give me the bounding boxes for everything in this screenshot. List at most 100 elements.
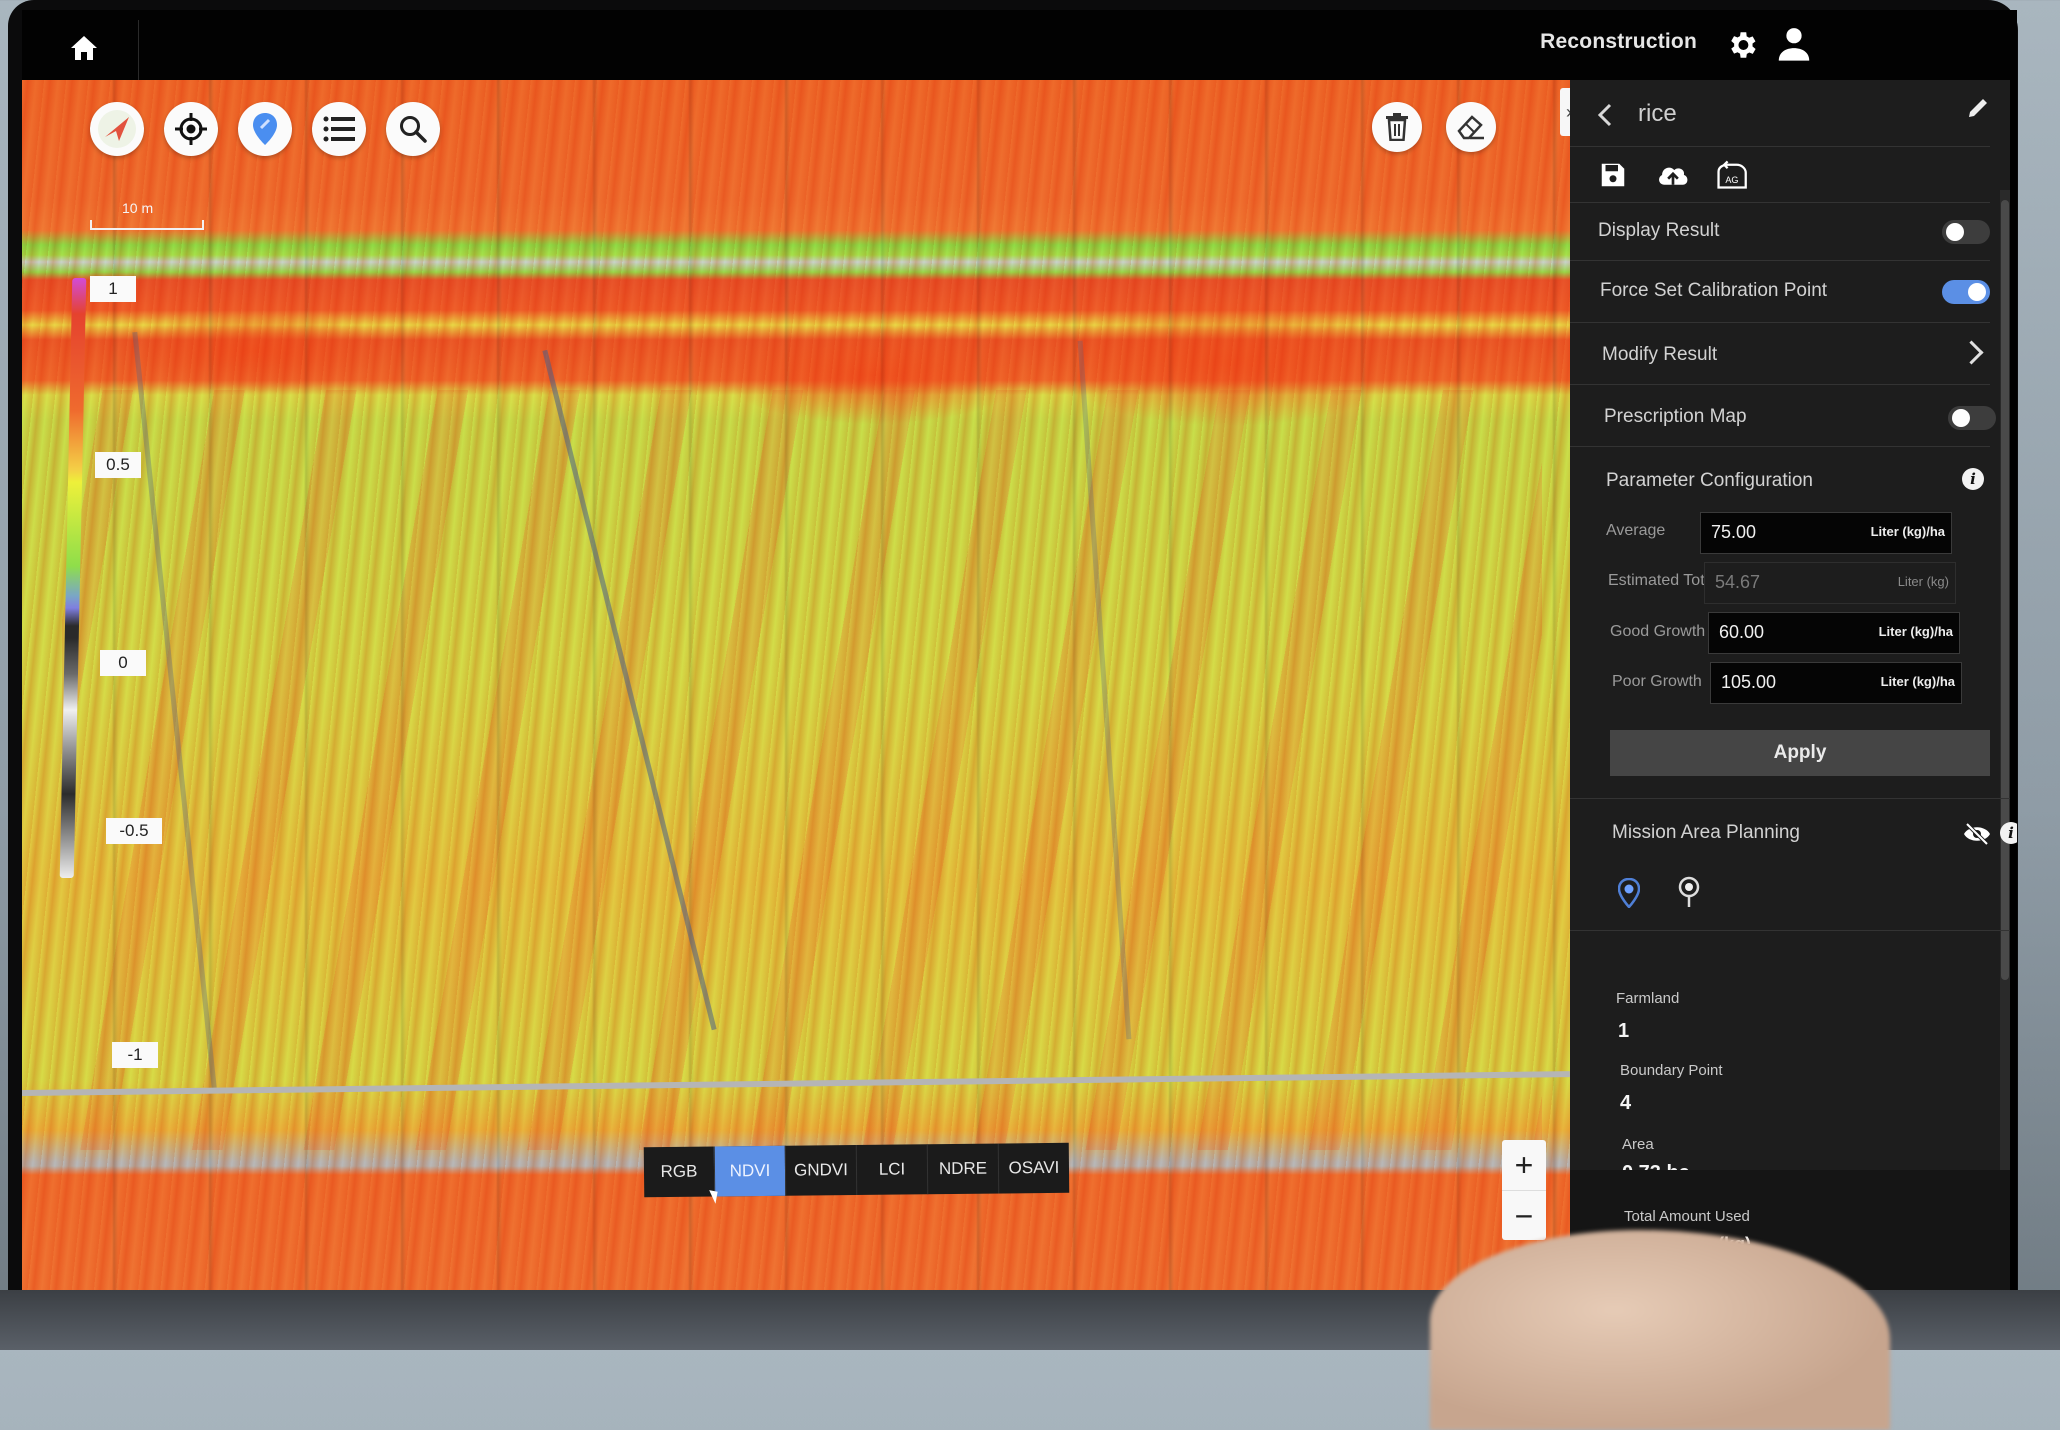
user-icon: [1778, 28, 1810, 61]
compass-icon: [98, 110, 136, 148]
apply-button[interactable]: Apply: [1610, 730, 1990, 776]
pencil-icon[interactable]: [1966, 96, 1990, 120]
eraser-icon: [1457, 115, 1484, 140]
boundary-point-value: 4: [1620, 1092, 1632, 1114]
poor-growth-input[interactable]: 105.00 Liter (kg)/ha: [1710, 662, 1962, 704]
eraser-button[interactable]: [1446, 102, 1496, 152]
save-icon[interactable]: [1598, 160, 1628, 190]
toggle-knob: [1946, 223, 1964, 241]
parameter-config-title: Parameter Configuration: [1606, 470, 1813, 491]
panel-scrollbar-thumb[interactable]: [2001, 200, 2009, 980]
delete-button[interactable]: [1372, 102, 1422, 152]
display-result-row: Display Result: [1570, 202, 1990, 261]
mission-area-title: Mission Area Planning: [1612, 822, 1800, 843]
poor-growth-unit: Liter (kg)/ha: [1880, 674, 1955, 689]
average-value: 75.00: [1711, 522, 1757, 542]
boundary-point-label: Boundary Point: [1620, 1062, 1723, 1079]
average-unit: Liter (kg)/ha: [1870, 524, 1945, 539]
search-icon: [400, 116, 427, 143]
legend-label-zero: 0: [100, 650, 146, 676]
scale-bar: [90, 220, 204, 230]
good-growth-value: 60.00: [1719, 622, 1765, 642]
area-label: Area: [1622, 1136, 1654, 1153]
zoom-out-button[interactable]: −: [1502, 1190, 1546, 1241]
prescription-map-row: Prescription Map: [1570, 384, 1996, 447]
index-tab-rgb[interactable]: RGB: [644, 1146, 715, 1197]
layer-list-button[interactable]: [312, 102, 366, 156]
panel-header: rice: [1570, 80, 1990, 147]
search-button[interactable]: [386, 102, 440, 156]
zoom-control: + −: [1502, 1140, 1546, 1240]
estimated-total-unit: Liter (kg): [1897, 574, 1949, 589]
right-panel: rice AG Display Result Force Set Calibra…: [1570, 80, 2017, 1310]
prescription-map-label: Prescription Map: [1604, 406, 1747, 427]
farmland-label: Farmland: [1616, 990, 1680, 1007]
chevron-left-icon[interactable]: [1596, 102, 1614, 128]
boundary-pin-icon[interactable]: [1618, 878, 1640, 908]
section-divider: [1570, 930, 2010, 931]
settings-button[interactable]: [1725, 28, 1759, 62]
good-growth-input[interactable]: 60.00 Liter (kg)/ha: [1708, 612, 1960, 654]
average-input[interactable]: 75.00 Liter (kg)/ha: [1700, 512, 1952, 554]
good-growth-label: Good Growth: [1610, 623, 1706, 640]
modify-result-label: Modify Result: [1602, 344, 1718, 365]
ai-refresh-icon[interactable]: AG: [1714, 160, 1748, 190]
modify-result-row[interactable]: Modify Result: [1570, 322, 1990, 385]
estimated-total-input: 54.67 Liter (kg): [1704, 562, 1956, 604]
map-pin-button[interactable]: [238, 102, 292, 156]
force-calibration-toggle[interactable]: [1942, 280, 1990, 304]
list-icon: [323, 116, 355, 142]
top-bar: Reconstruction: [22, 10, 2017, 80]
svg-text:AG: AG: [1725, 175, 1738, 185]
compass-button[interactable]: [90, 102, 144, 156]
legend-label-neg-half: -0.5: [106, 818, 162, 844]
trash-icon: [1386, 113, 1408, 141]
estimated-total-value: 54.67: [1715, 572, 1761, 592]
poor-growth-label: Poor Growth: [1612, 673, 1702, 690]
eye-off-icon[interactable]: [1962, 822, 1992, 846]
home-icon: [71, 36, 97, 60]
index-tab-lci[interactable]: LCI: [855, 1144, 928, 1196]
toggle-knob: [1968, 283, 1986, 301]
farmland-value: 1: [1618, 1020, 1630, 1042]
scale-bar-label: 10 m: [122, 200, 154, 216]
map-pin-icon: [253, 113, 277, 145]
panel-actions: AG: [1570, 146, 1990, 203]
ndvi-map[interactable]: 10 m 1 0.5 0 -0.5 -1: [22, 80, 1570, 1310]
section-divider: [1570, 798, 2010, 799]
index-tab-ndre[interactable]: NDRE: [926, 1143, 999, 1195]
force-calibration-label: Force Set Calibration Point: [1600, 280, 1828, 301]
total-amount-label: Total Amount Used: [1624, 1208, 1750, 1225]
estimated-total-label: Estimated Total: [1608, 572, 1718, 589]
toggle-knob: [1952, 409, 1970, 427]
legend-label-half: 0.5: [95, 452, 141, 478]
index-tab-gndvi[interactable]: GNDVI: [784, 1145, 857, 1196]
topbar-divider: [138, 20, 139, 80]
zoom-in-button[interactable]: +: [1502, 1140, 1546, 1190]
chevron-right-icon: [1959, 340, 1984, 365]
calibration-point-icon[interactable]: [1678, 876, 1700, 908]
info-icon[interactable]: i: [2000, 822, 2017, 844]
poor-growth-value: 105.00: [1721, 672, 1777, 692]
prescription-map-toggle[interactable]: [1948, 406, 1996, 430]
user-button[interactable]: [1777, 26, 1811, 62]
locate-button[interactable]: [164, 102, 218, 156]
display-result-toggle[interactable]: [1942, 220, 1990, 244]
page-title: Reconstruction: [1540, 30, 1697, 53]
average-label: Average: [1606, 522, 1666, 539]
force-calibration-row: Force Set Calibration Point: [1570, 260, 1990, 323]
legend-label-min: -1: [112, 1042, 158, 1068]
app-screen: Reconstruction 10 m 1 0.5 0 -0.5 -1 RGB …: [22, 10, 2017, 1310]
legend-label-max: 1: [90, 276, 136, 302]
gear-icon: [1731, 32, 1756, 58]
display-result-label: Display Result: [1598, 220, 1720, 241]
index-tab-osavi[interactable]: OSAVI: [997, 1142, 1070, 1194]
index-switcher: RGB NDVI GNDVI LCI NDRE OSAVI: [643, 1142, 1070, 1198]
project-name: rice: [1638, 100, 1677, 127]
index-tab-ndvi[interactable]: NDVI: [713, 1145, 786, 1197]
cloud-upload-icon[interactable]: [1656, 160, 1690, 190]
locate-icon: [175, 113, 207, 145]
home-button[interactable]: [62, 28, 106, 68]
crop-rows-texture: [22, 80, 1570, 1310]
info-icon[interactable]: i: [1962, 468, 1984, 490]
